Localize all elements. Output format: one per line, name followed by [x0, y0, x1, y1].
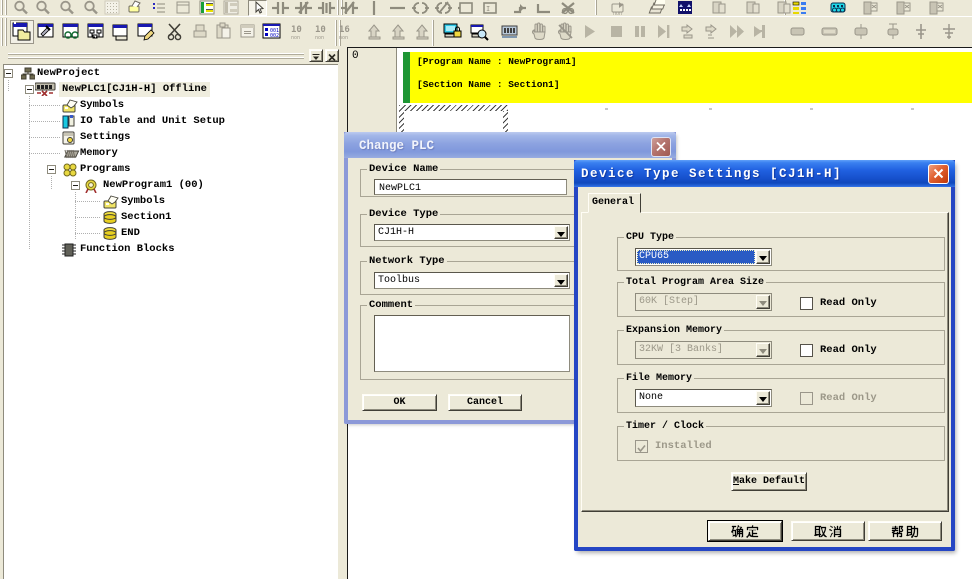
- svg-text:16: 16: [339, 25, 350, 35]
- svg-text:10: 10: [291, 25, 302, 35]
- svg-text:I: I: [486, 6, 490, 14]
- svg-text:10: 10: [315, 25, 326, 35]
- svg-text:non: non: [291, 35, 300, 41]
- svg-text:non: non: [315, 35, 324, 41]
- svg-text:non: non: [339, 35, 348, 41]
- svg-text:non: non: [613, 11, 622, 16]
- svg-text:002: 002: [270, 33, 279, 39]
